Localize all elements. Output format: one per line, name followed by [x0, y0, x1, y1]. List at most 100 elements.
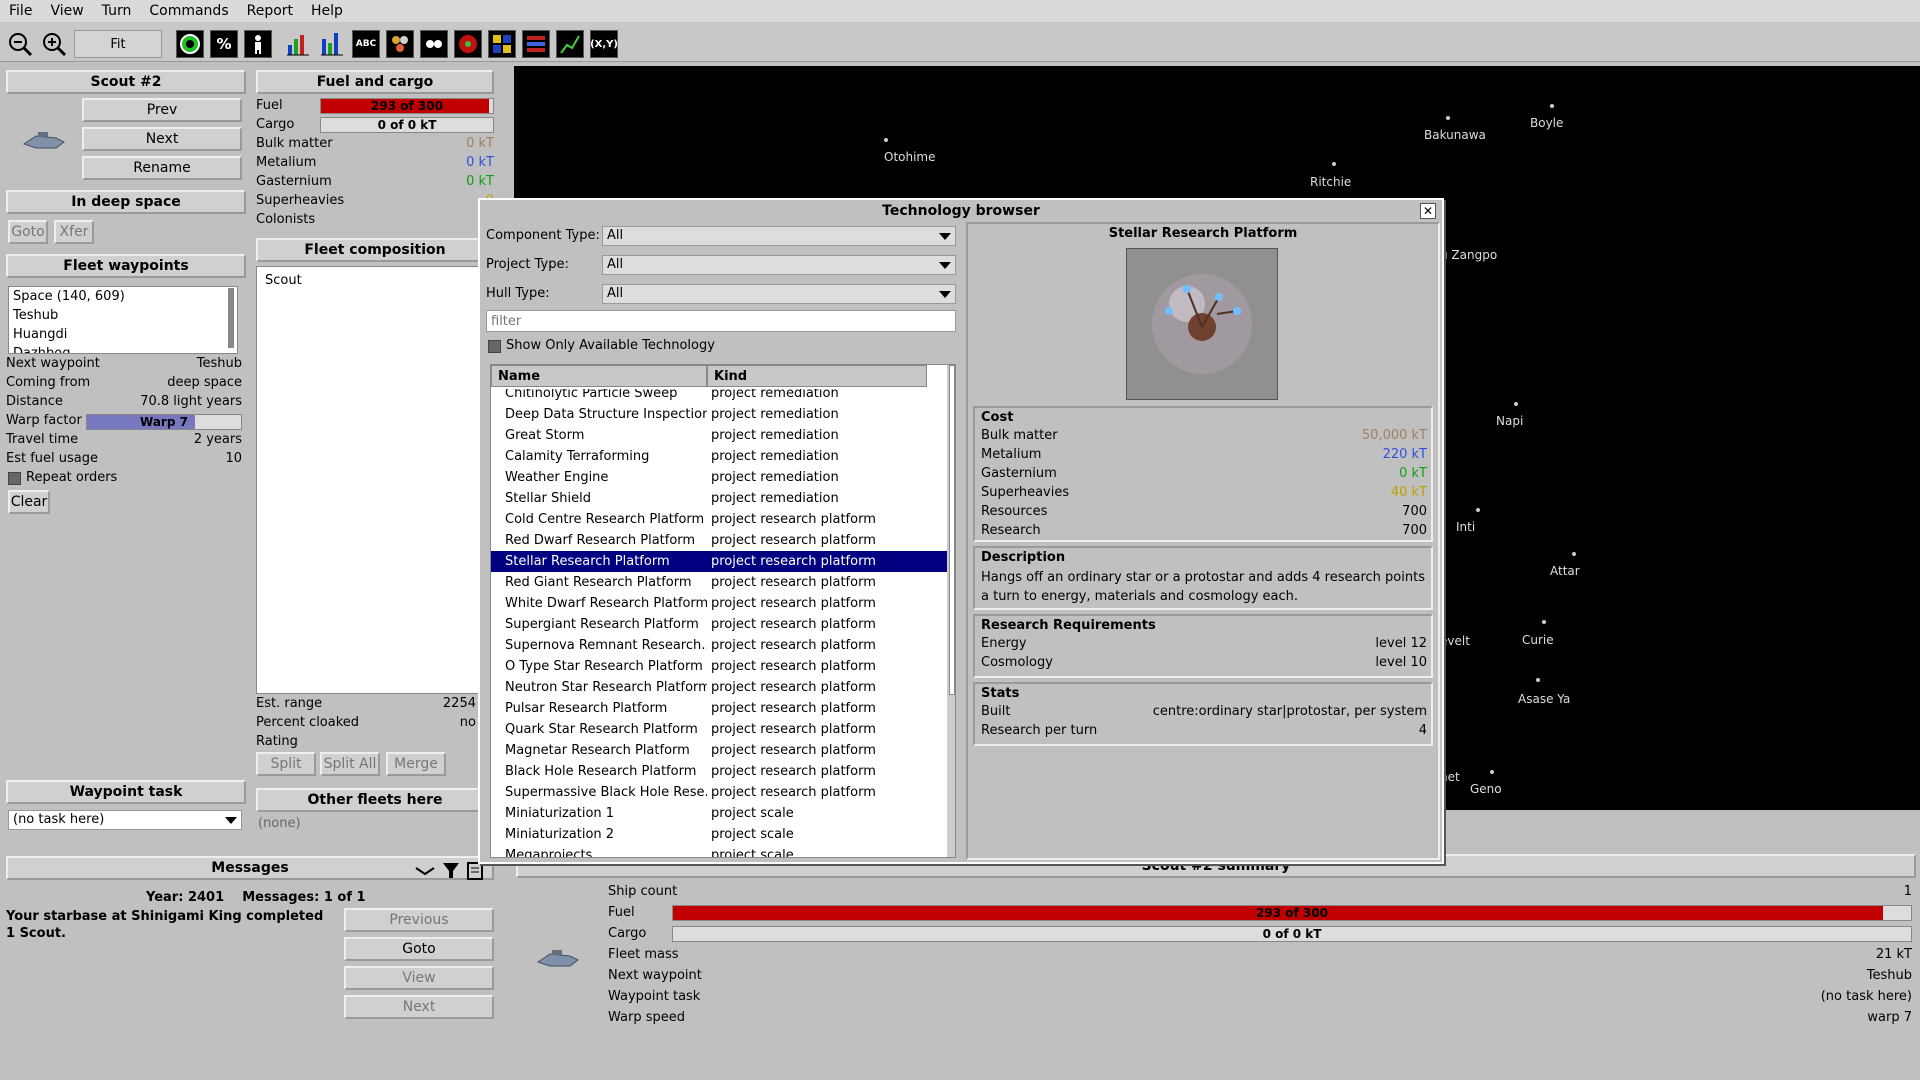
warp-slider[interactable]: Warp 7: [86, 414, 242, 430]
hull-type-select[interactable]: All: [602, 284, 956, 304]
menu-report[interactable]: Report: [238, 3, 302, 19]
tech-row[interactable]: Calamity Terraforming project remediation: [491, 446, 947, 467]
project-type-select[interactable]: All: [602, 255, 956, 275]
star-dot[interactable]: [884, 138, 888, 142]
tech-row[interactable]: Megaprojects project scale: [491, 845, 947, 857]
fleets-view-icon[interactable]: [420, 30, 448, 58]
star-dot[interactable]: [1332, 162, 1336, 166]
menu-help[interactable]: Help: [302, 3, 352, 19]
inbox-icon[interactable]: [414, 860, 436, 880]
star-dot[interactable]: [1476, 508, 1480, 512]
repeat-orders-checkbox[interactable]: [8, 472, 21, 485]
waypoint-item[interactable]: Dazhbog: [9, 344, 237, 353]
close-icon[interactable]: ✕: [1420, 203, 1436, 219]
tech-row[interactable]: Supermassive Black Hole Rese... project r…: [491, 782, 947, 803]
star-dot[interactable]: [1542, 620, 1546, 624]
waypoint-item[interactable]: Huangdi: [9, 325, 237, 344]
bar-chart-2-icon[interactable]: [318, 30, 346, 58]
menu-turn[interactable]: Turn: [93, 3, 141, 19]
tech-row[interactable]: Red Giant Research Platform project resea…: [491, 572, 947, 593]
requirement-label: Cosmology: [981, 655, 1053, 670]
star-dot[interactable]: [1550, 104, 1554, 108]
fit-button[interactable]: Fit: [74, 30, 162, 58]
tech-row[interactable]: Magnetar Research Platform project resear…: [491, 740, 947, 761]
filter-icon[interactable]: [440, 860, 462, 880]
waypoint-item[interactable]: Teshub: [9, 306, 237, 325]
component-type-select[interactable]: All: [602, 226, 956, 246]
scanner-view-icon[interactable]: [454, 30, 482, 58]
tech-row[interactable]: Miniaturization 1 project scale: [491, 803, 947, 824]
prev-button[interactable]: Prev: [82, 98, 242, 122]
waypoint-task-select[interactable]: (no task here): [8, 810, 242, 830]
toolbar: Fit % ABC (X,Y): [0, 22, 1920, 62]
tech-row[interactable]: Deep Data Structure Inspection project re…: [491, 404, 947, 425]
waypoints-scrollbar[interactable]: [228, 288, 234, 348]
tech-list-scrollbar[interactable]: [947, 365, 955, 857]
split-button[interactable]: Split: [256, 752, 316, 776]
star-dot[interactable]: [1446, 116, 1450, 120]
tech-list-scrollbar-thumb[interactable]: [949, 365, 955, 695]
composition-item[interactable]: Scout: [257, 267, 493, 294]
star-dot[interactable]: [1536, 678, 1540, 682]
menu-file[interactable]: File: [0, 3, 41, 19]
summary-next-wp-value: Teshub: [1866, 968, 1912, 983]
tech-list[interactable]: Name Kind Chitinolytic Particle Sweep pro…: [490, 364, 956, 858]
merge-button[interactable]: Merge: [386, 752, 446, 776]
ownership-view-icon[interactable]: [488, 30, 516, 58]
cargo-row-label: Metalium: [256, 155, 317, 170]
tech-row[interactable]: Great Storm project remediation: [491, 425, 947, 446]
split-all-button[interactable]: Split All: [320, 752, 380, 776]
next-message-button[interactable]: Next: [344, 995, 494, 1019]
tech-row[interactable]: Quark Star Research Platform project rese…: [491, 719, 947, 740]
star-dot[interactable]: [1490, 770, 1494, 774]
tech-row-name: Black Hole Research Platform: [505, 764, 697, 779]
menu-view[interactable]: View: [41, 3, 92, 19]
goto-button[interactable]: Goto: [8, 220, 48, 244]
names-view-button[interactable]: ABC: [352, 30, 380, 58]
filter-input[interactable]: [486, 310, 956, 332]
zoom-in-icon[interactable]: [40, 30, 68, 58]
tech-row[interactable]: Stellar Research Platform project researc…: [491, 551, 947, 572]
coordinates-button[interactable]: (X,Y): [590, 30, 618, 58]
next-button[interactable]: Next: [82, 127, 242, 151]
star-dot[interactable]: [1514, 402, 1518, 406]
population-view-icon[interactable]: [244, 30, 272, 58]
tech-row[interactable]: Stellar Shield project remediation: [491, 488, 947, 509]
tech-row[interactable]: Cold Centre Research Platform project res…: [491, 509, 947, 530]
summary-fuel-row: Fuel: [608, 905, 668, 920]
percent-view-button[interactable]: %: [210, 30, 238, 58]
menu-commands[interactable]: Commands: [140, 3, 237, 19]
zoom-out-icon[interactable]: [6, 30, 34, 58]
tech-row[interactable]: White Dwarf Research Platform project res…: [491, 593, 947, 614]
tech-row[interactable]: Weather Engine project remediation: [491, 467, 947, 488]
tech-row[interactable]: Neutron Star Research Platform project re…: [491, 677, 947, 698]
waypoints-list[interactable]: Space (140, 609) Teshub Huangdi Dazhbog: [8, 286, 238, 354]
name-column-header[interactable]: Name: [491, 365, 707, 387]
kind-column-header[interactable]: Kind: [707, 365, 927, 387]
bar-chart-icon[interactable]: [284, 30, 312, 58]
tech-row[interactable]: Supergiant Research Platform project rese…: [491, 614, 947, 635]
previous-message-button[interactable]: Previous: [344, 908, 494, 932]
goto-message-button[interactable]: Goto: [344, 937, 494, 961]
tech-row[interactable]: Chitinolytic Particle Sweep project remed…: [491, 389, 947, 404]
tech-row[interactable]: Supernova Remnant Research... project res…: [491, 635, 947, 656]
composition-list[interactable]: Scout: [256, 266, 494, 694]
tech-row[interactable]: Miniaturization 2 project scale: [491, 824, 947, 845]
line-graph-icon[interactable]: [556, 30, 584, 58]
waypoint-item[interactable]: Space (140, 609): [9, 287, 237, 306]
technology-browser-dialog: Technology browser ✕ Component Type: All…: [478, 198, 1444, 864]
clear-button[interactable]: Clear: [8, 490, 50, 514]
tech-row[interactable]: Black Hole Research Platform project rese…: [491, 761, 947, 782]
tech-row[interactable]: O Type Star Research Platform project res…: [491, 656, 947, 677]
planet-view-icon[interactable]: [176, 30, 204, 58]
star-dot[interactable]: [1572, 552, 1576, 556]
minerals-view-icon[interactable]: [386, 30, 414, 58]
view-message-button[interactable]: View: [344, 966, 494, 990]
tech-row[interactable]: Red Dwarf Research Platform project resea…: [491, 530, 947, 551]
tech-row[interactable]: Pulsar Research Platform project research…: [491, 698, 947, 719]
layers-view-icon[interactable]: [522, 30, 550, 58]
show-available-checkbox[interactable]: [488, 340, 501, 353]
ship-count-label: Ship count: [608, 884, 678, 899]
rename-button[interactable]: Rename: [82, 156, 242, 180]
xfer-button[interactable]: Xfer: [54, 220, 94, 244]
